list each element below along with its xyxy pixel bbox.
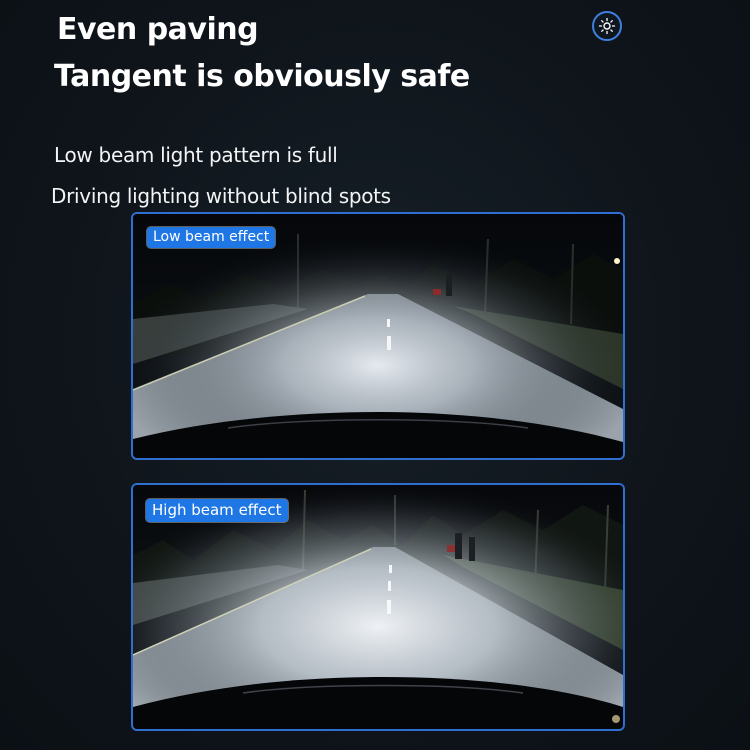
- headline-line-1: Even paving: [57, 12, 259, 47]
- high-beam-panel: High beam effect: [131, 483, 625, 731]
- high-beam-label: High beam effect: [146, 499, 288, 522]
- low-beam-road-photo: [133, 214, 623, 458]
- low-beam-panel: Low beam effect: [131, 212, 625, 460]
- headline-line-2: Tangent is obviously safe: [54, 59, 470, 94]
- sun-icon: [592, 11, 622, 41]
- subtext-line-2: Driving lighting without blind spots: [51, 184, 391, 208]
- subtext-line-1: Low beam light pattern is full: [54, 143, 338, 167]
- low-beam-label: Low beam effect: [147, 227, 276, 248]
